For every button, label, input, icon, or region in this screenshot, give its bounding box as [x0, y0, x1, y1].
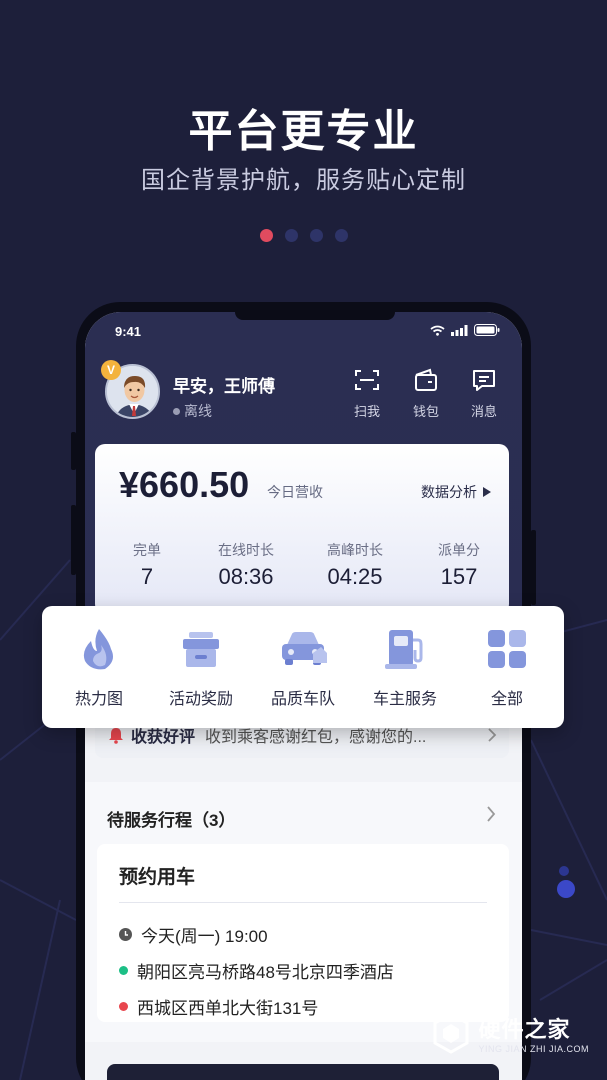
- phone-notch: [235, 312, 395, 320]
- fuel-pump-icon: [385, 630, 423, 669]
- clock-icon: [119, 928, 132, 941]
- trip-time: 今天(周一) 19:00: [141, 927, 268, 946]
- trip-origin: 朝阳区亮马桥路48号北京四季酒店: [137, 963, 394, 982]
- chevron-right-icon: [488, 728, 497, 742]
- hero-title: 平台更专业: [188, 107, 419, 156]
- driver-level-badge: V: [101, 360, 121, 380]
- stat-value: 157: [440, 564, 478, 589]
- scan-button[interactable]: 扫我: [347, 368, 387, 420]
- quick-item-heatmap[interactable]: 热力图: [49, 625, 149, 709]
- car-icon: [282, 632, 327, 665]
- quick-menu: 热力图 活动奖励 品质车队 车主服务 全部: [42, 606, 564, 728]
- page-indicator: [0, 229, 607, 242]
- trip-type: 预约用车: [119, 867, 196, 888]
- trip-card[interactable]: 预约用车 今天(周一) 19:00 朝阳区亮马桥路48号北京四季酒店 西城区西单…: [97, 844, 509, 1022]
- status-icons: [430, 324, 500, 336]
- watermark: 硬件之家 YING JIAN ZHI JIA.COM: [432, 1012, 589, 1054]
- wallet-label: 钱包: [412, 404, 439, 419]
- watermark-subtitle: YING JIAN ZHI JIA.COM: [478, 1044, 589, 1054]
- stat-value: 7: [140, 564, 154, 589]
- page-dot-2[interactable]: [284, 229, 298, 242]
- flame-icon: [83, 629, 113, 670]
- status-time: 9:41: [115, 324, 142, 339]
- message-label: 消息: [470, 404, 497, 419]
- quick-item-activity-rewards[interactable]: 活动奖励: [151, 625, 251, 709]
- wallet-icon: [415, 368, 437, 391]
- page-dot-4[interactable]: [334, 229, 348, 242]
- divider: [119, 902, 487, 903]
- data-analysis-label: 数据分析: [421, 484, 477, 500]
- wallet-button[interactable]: 钱包: [406, 368, 446, 420]
- chevron-right-icon[interactable]: [486, 806, 496, 822]
- stat-label: 派单分: [438, 542, 480, 558]
- quick-item-label: 全部: [490, 691, 523, 708]
- data-analysis-link[interactable]: 数据分析: [421, 482, 491, 502]
- hero-subtitle: 国企背景护航，服务贴心定制: [141, 167, 466, 194]
- signal-icon: [451, 324, 468, 336]
- stat-completed-orders: 完单 7: [97, 540, 197, 590]
- watermark-logo-icon: [433, 1012, 469, 1054]
- scan-icon: [355, 370, 379, 390]
- phone-power-button: [531, 530, 536, 605]
- income-amount: ¥660.50: [119, 464, 250, 505]
- stat-online-duration: 在线时长 08:36: [196, 540, 296, 590]
- message-icon: [473, 370, 495, 391]
- play-arrow-icon: [483, 487, 491, 497]
- online-status[interactable]: 离线: [173, 401, 212, 421]
- trip-origin-row: 朝阳区亮马桥路48号北京四季酒店: [119, 958, 394, 983]
- trip-destination-row: 西城区西单北大街131号: [119, 994, 318, 1019]
- quick-item-label: 热力图: [74, 691, 123, 708]
- stat-peak-duration: 高峰时长 04:25: [305, 540, 405, 590]
- grid-icon: [488, 630, 526, 668]
- quick-item-all[interactable]: 全部: [457, 625, 557, 709]
- trip-time-row: 今天(周一) 19:00: [119, 922, 268, 947]
- stat-dispatch-score: 派单分 157: [409, 540, 509, 590]
- bell-icon: [109, 728, 123, 744]
- stat-label: 完单: [133, 542, 161, 558]
- pending-trips-header[interactable]: 待服务行程（3）: [107, 806, 235, 831]
- quick-item-quality-fleet[interactable]: 品质车队: [253, 625, 353, 709]
- pending-trips-section: 待服务行程（3） 预约用车 今天(周一) 19:00 朝阳区亮马桥路48号北京四…: [85, 782, 522, 1042]
- quick-item-label: 活动奖励: [168, 691, 233, 708]
- quick-item-owner-services[interactable]: 车主服务: [355, 625, 455, 709]
- trip-destination: 西城区西单北大街131号: [137, 999, 319, 1018]
- stat-label: 在线时长: [218, 542, 274, 558]
- battery-icon: [474, 324, 500, 336]
- greeting-text: 早安，王师傅: [173, 377, 275, 396]
- stat-value: 08:36: [218, 564, 274, 589]
- origin-dot: [119, 966, 128, 975]
- promo-banner[interactable]: [107, 1064, 499, 1080]
- destination-dot: [119, 1002, 128, 1011]
- income-label: 今日营收: [267, 484, 323, 500]
- stat-value: 04:25: [327, 564, 383, 589]
- quick-item-label: 品质车队: [270, 691, 335, 708]
- quick-item-label: 车主服务: [372, 691, 437, 708]
- stat-label: 高峰时长: [327, 542, 383, 558]
- wifi-icon: [430, 325, 445, 336]
- online-status-label: 离线: [184, 403, 212, 419]
- income-card[interactable]: ¥660.50 今日营收 数据分析 完单 7 在线时长 08:36 高峰时长 0…: [95, 444, 509, 614]
- message-button[interactable]: 消息: [464, 368, 504, 420]
- page-dot-1[interactable]: [259, 229, 273, 242]
- gift-icon: [183, 632, 219, 667]
- scan-label: 扫我: [353, 404, 380, 419]
- watermark-title: 硬件之家: [478, 1017, 571, 1042]
- offline-status-dot: [173, 407, 180, 415]
- page-dot-3[interactable]: [309, 229, 323, 242]
